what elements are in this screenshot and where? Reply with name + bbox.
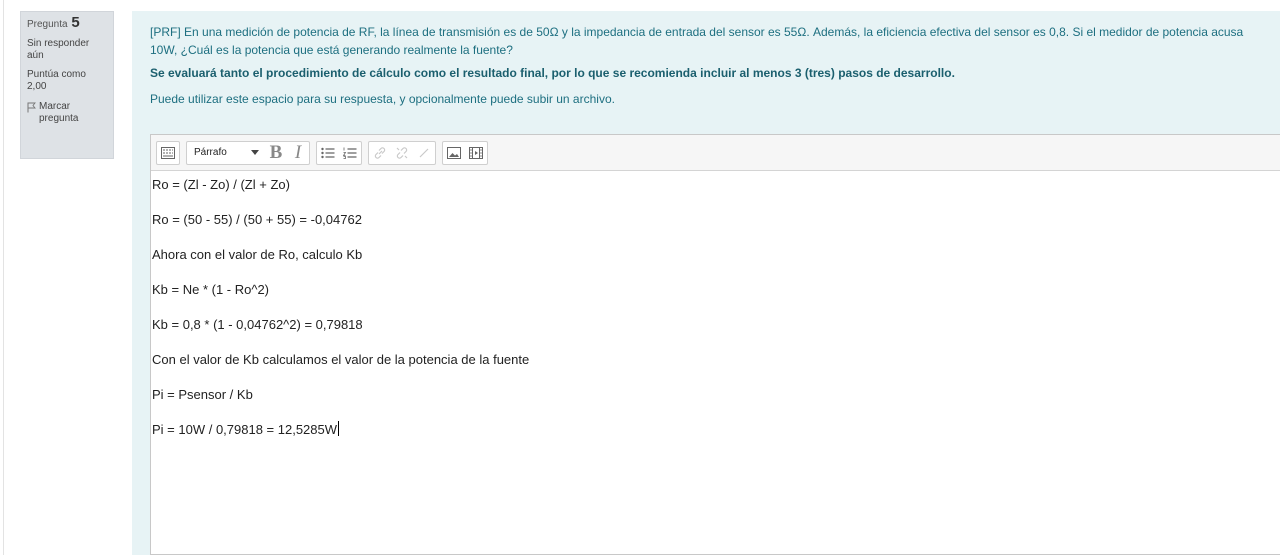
bold-button[interactable]: B <box>265 142 287 164</box>
link-button[interactable] <box>369 142 391 164</box>
question-number: Pregunta 5 <box>27 14 107 31</box>
paragraph-format-value: Párrafo <box>194 147 227 158</box>
editor-toolbar: Párrafo B I <box>151 135 1280 171</box>
toolbar-group-format: Párrafo B I <box>186 140 310 165</box>
answer-line-8: Pi = 10W / 0,79818 = 12,5285W <box>152 422 338 437</box>
italic-button[interactable]: I <box>287 142 309 164</box>
unlink-button[interactable] <box>391 142 413 164</box>
flag-question-link[interactable]: Marcar pregunta <box>27 101 107 125</box>
insert-media-button[interactable] <box>465 142 487 164</box>
answer-line-8-wrap: Pi = 10W / 0,79818 = 12,5285W <box>152 421 1280 438</box>
question-content: [PRF] En una medición de potencia de RF,… <box>132 11 1280 555</box>
toolbar-group-lists <box>316 140 362 165</box>
unordered-list-icon <box>321 147 335 158</box>
answer-line-6: Con el valor de Kb calculamos el valor d… <box>152 352 530 367</box>
toolbar-group-media <box>442 140 488 165</box>
editor-content[interactable]: Ro = (Zl - Zo) / (Zl + Zo) Ro = (50 - 55… <box>151 171 1280 438</box>
flag-question-label: Marcar pregunta <box>39 101 79 124</box>
question-hint: Puede utilizar este espacio para su resp… <box>150 92 615 106</box>
unlink-icon <box>396 146 408 159</box>
link-icon <box>374 146 386 159</box>
page: Pregunta 5 Sin responder aún Puntúa como… <box>0 0 1280 555</box>
chevron-down-icon <box>251 150 259 155</box>
question-instruction: Se evaluará tanto el procedimiento de cá… <box>150 66 955 80</box>
question-info-panel: Pregunta 5 Sin responder aún Puntúa como… <box>20 11 114 159</box>
question-number-value: 5 <box>71 14 80 31</box>
toggle-toolbar-icon <box>161 146 175 159</box>
answer-line-7: Pi = Psensor / Kb <box>152 387 253 402</box>
insert-image-button[interactable] <box>443 142 465 164</box>
toolbar-group-toggle <box>156 140 180 165</box>
answer-line-3: Ahora con el valor de Ro, calculo Kb <box>152 247 363 262</box>
flag-icon <box>27 102 36 113</box>
left-divider <box>3 0 4 555</box>
unordered-list-button[interactable] <box>317 142 339 164</box>
bold-icon: B <box>269 142 283 163</box>
answer-line-5: Kb = 0,8 * (1 - 0,04762^2) = 0,79818 <box>152 317 363 332</box>
paragraph-format-select[interactable]: Párrafo <box>187 142 265 164</box>
question-grade: Puntúa como 2,00 <box>27 69 86 92</box>
answer-line-1: Ro = (Zl - Zo) / (Zl + Zo) <box>152 177 290 192</box>
image-icon <box>447 146 461 159</box>
answer-line-4: Kb = Ne * (1 - Ro^2) <box>152 282 270 297</box>
toolbar-group-links <box>368 140 436 165</box>
text-cursor <box>338 421 340 436</box>
toggle-toolbar-button[interactable] <box>157 142 179 164</box>
media-icon <box>469 146 483 159</box>
question-label: Pregunta <box>27 19 68 30</box>
answer-editor[interactable]: Párrafo B I Ro = (Zl - Zo) / (Zl + Zo) R… <box>150 134 1280 555</box>
question-text-area: [PRF] En una medición de potencia de RF,… <box>132 11 1280 108</box>
question-text: [PRF] En una medición de potencia de RF,… <box>150 25 1244 57</box>
emoji-button[interactable] <box>413 142 435 164</box>
ordered-list-button[interactable] <box>339 142 361 164</box>
emoji-icon <box>419 148 429 157</box>
ordered-list-icon <box>343 147 357 159</box>
italic-icon: I <box>294 142 302 163</box>
question-status: Sin responder aún <box>27 38 90 61</box>
answer-line-2: Ro = (50 - 55) / (50 + 55) = -0,04762 <box>152 212 362 227</box>
